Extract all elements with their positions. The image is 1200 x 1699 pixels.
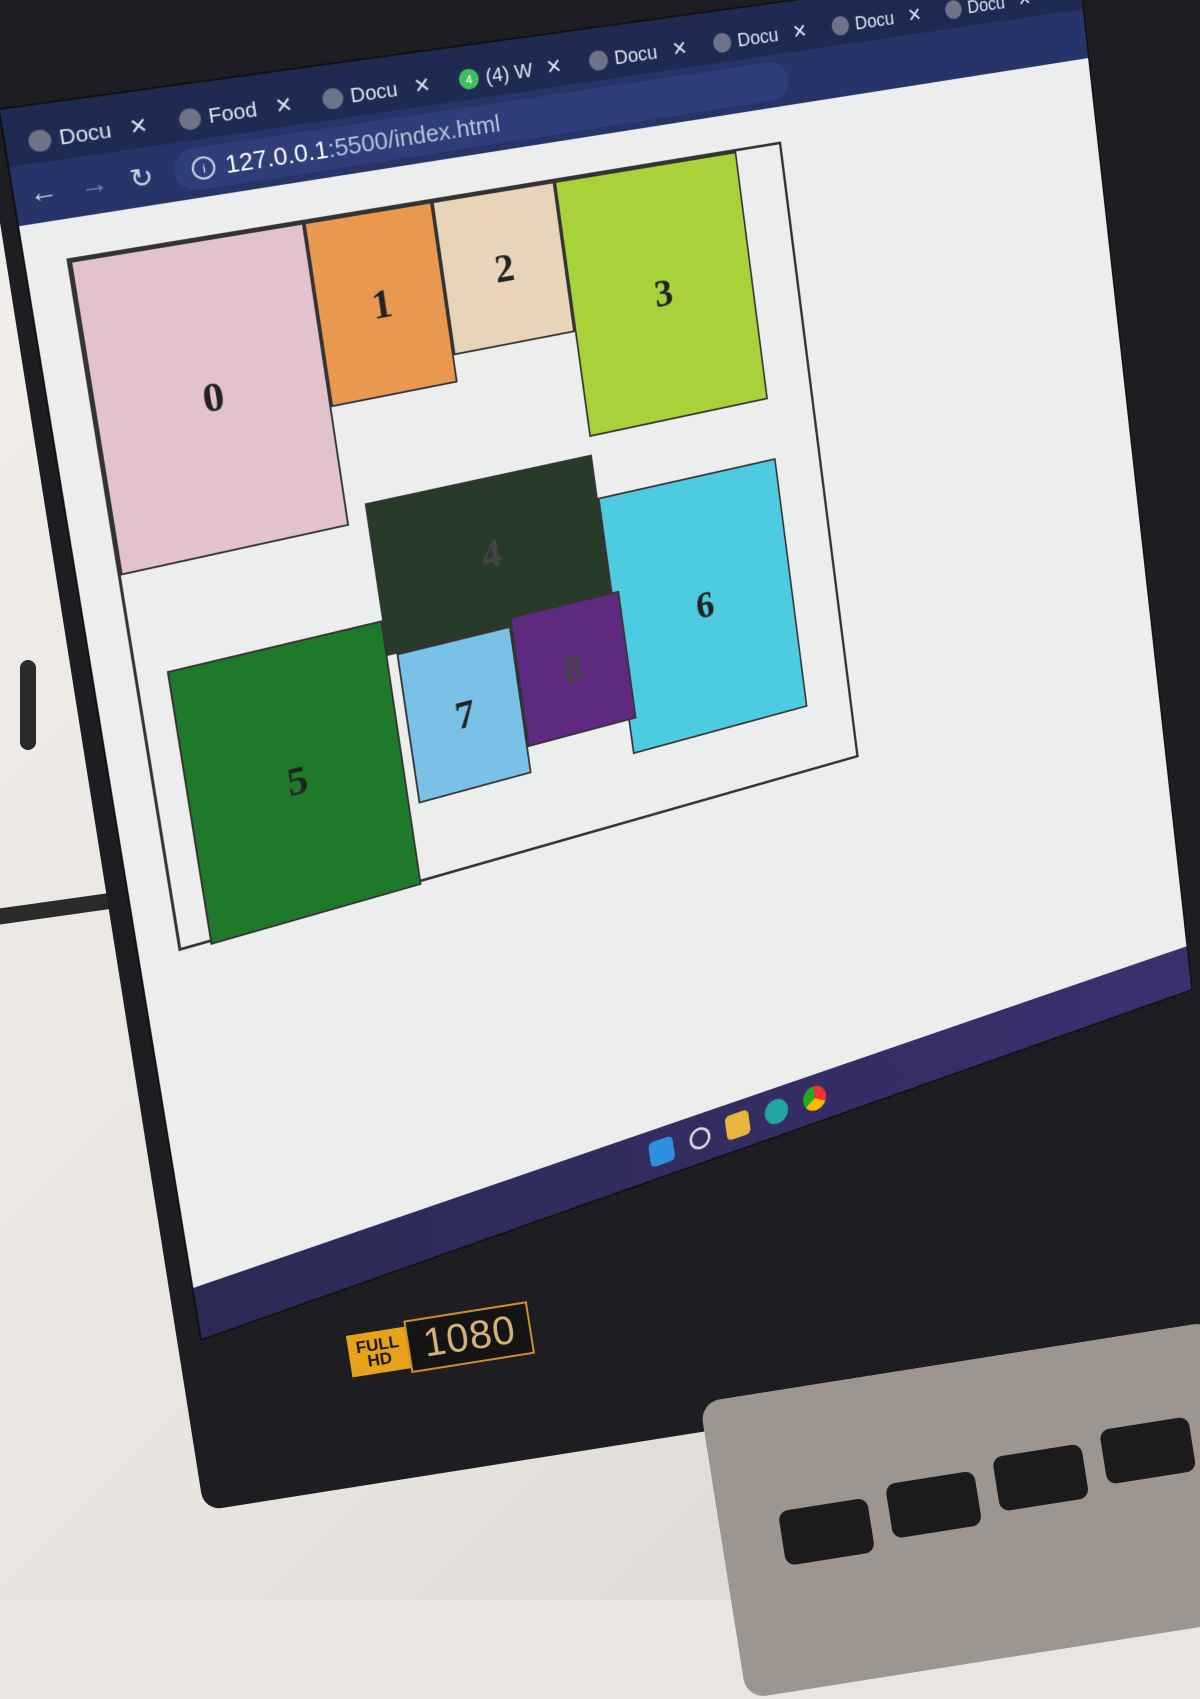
whatsapp-icon: 4 <box>457 67 480 91</box>
grid-item-label: 8 <box>561 645 586 692</box>
tab-label: Docu <box>736 23 780 52</box>
tab-close-icon[interactable]: ✕ <box>791 19 808 43</box>
globe-icon <box>177 107 203 132</box>
key <box>991 1443 1090 1512</box>
tab-close-icon[interactable]: ✕ <box>545 54 564 80</box>
tab-close-icon[interactable]: ✕ <box>412 73 432 99</box>
search-icon[interactable] <box>688 1124 712 1153</box>
globe-icon <box>321 86 345 111</box>
grid-item-label: 6 <box>693 581 717 628</box>
tab-close-icon[interactable]: ✕ <box>671 36 689 61</box>
tab-close-icon[interactable]: ✕ <box>128 113 150 141</box>
grid-item-label: 4 <box>478 529 504 578</box>
tab-label: Docu <box>348 77 400 108</box>
grid-item-label: 2 <box>491 244 518 292</box>
tab-label: Docu <box>612 40 659 69</box>
grid-item-label: 3 <box>651 269 676 316</box>
tab-label: Docu <box>966 0 1006 18</box>
windows-start-icon[interactable] <box>647 1135 676 1169</box>
grid-item-label: 7 <box>452 690 478 739</box>
grid-item-3: 3 <box>554 151 769 438</box>
grid-item-2: 2 <box>431 181 575 356</box>
grid-item-label: 5 <box>283 756 311 806</box>
tab-close-icon[interactable]: ✕ <box>906 3 922 27</box>
laptop-screen: Docu ✕ Food ✕ Docu ✕ 4 (4) W ✕ Docu ✕ Docu ✕ Docu ✕ Doc… <box>0 0 1192 1339</box>
tab-label: Food <box>206 97 259 128</box>
forward-icon[interactable]: → <box>77 167 110 202</box>
address-host: 127.0.0.1 <box>223 134 330 179</box>
site-info-icon[interactable]: i <box>190 154 218 182</box>
key <box>884 1470 983 1539</box>
grid-item-0: 0 <box>69 222 350 576</box>
chrome-icon[interactable] <box>801 1082 828 1115</box>
file-explorer-icon[interactable] <box>724 1109 752 1142</box>
globe-icon <box>830 15 851 37</box>
tab-label: (4) W <box>483 58 534 88</box>
tab-close-icon[interactable]: ✕ <box>273 92 294 119</box>
grid-container: 0 1 2 3 4 5 6 7 8 <box>66 141 859 952</box>
back-icon[interactable]: ← <box>26 175 60 211</box>
grid-item-7: 7 <box>396 625 532 804</box>
edge-icon[interactable] <box>763 1095 790 1128</box>
globe-icon <box>712 31 733 54</box>
grid-item-label: 0 <box>199 371 228 422</box>
full-hd-label: FULL HD <box>345 1326 412 1377</box>
grid-item-5: 5 <box>166 620 422 945</box>
globe-icon <box>944 0 963 20</box>
grid-item-1: 1 <box>303 201 458 408</box>
grid-item-label: 1 <box>368 279 396 328</box>
key <box>777 1497 876 1566</box>
tab-close-icon[interactable]: ✕ <box>1017 0 1033 11</box>
page-content: 0 1 2 3 4 5 6 7 8 <box>19 58 1187 1288</box>
grid-item-8: 8 <box>509 590 637 748</box>
tab-label: Docu <box>57 117 114 150</box>
globe-icon <box>26 128 53 154</box>
tab-label: Docu <box>853 7 896 34</box>
key <box>1099 1416 1197 1485</box>
reload-icon[interactable]: ↻ <box>127 160 156 195</box>
globe-icon <box>587 49 610 72</box>
